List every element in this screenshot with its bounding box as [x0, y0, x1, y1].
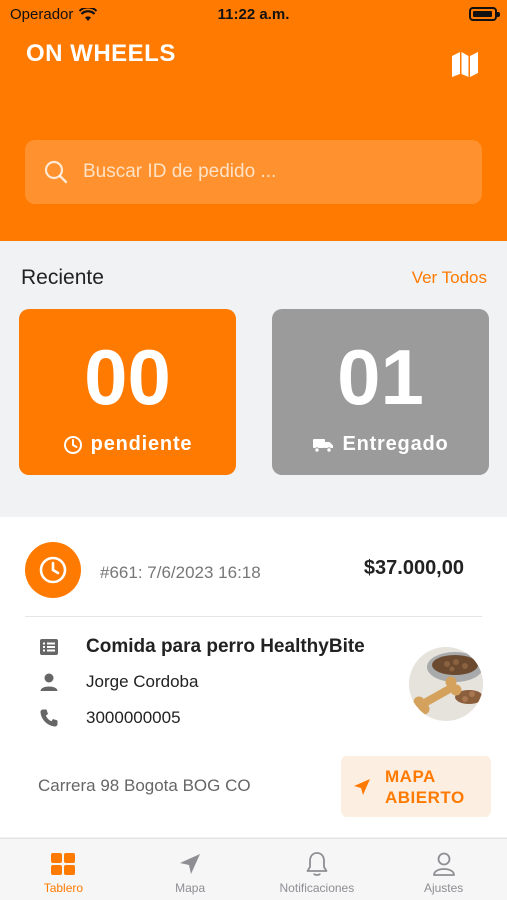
tab-label: Ajustes: [423, 881, 464, 895]
status-time: 11:22 a.m.: [217, 6, 290, 23]
tab-label: Tablero: [43, 881, 84, 895]
tab-map[interactable]: Mapa: [127, 839, 254, 900]
delivered-card[interactable]: 01 Entregado: [272, 309, 489, 475]
dog-food-image: [409, 647, 483, 721]
tab-label: Mapa: [175, 881, 206, 895]
navigation-arrow-icon: [354, 778, 370, 795]
customer-phone: 3000000005: [86, 708, 181, 727]
search-input[interactable]: [83, 161, 443, 183]
app-title: ON WHEELS: [26, 40, 176, 67]
delivered-count: 01: [337, 333, 424, 421]
phone-row[interactable]: 3000000005: [38, 708, 181, 728]
tab-notifications[interactable]: Notificaciones: [254, 839, 381, 900]
phone-icon: [40, 709, 58, 727]
open-map-label: MAPA ABIERTO: [385, 766, 465, 807]
product-image: [409, 647, 483, 721]
tab-label: Notificaciones: [279, 881, 355, 895]
map-button[interactable]: [450, 50, 480, 78]
search-bar[interactable]: [25, 140, 482, 204]
see-all-link[interactable]: Ver Todos: [412, 268, 487, 288]
order-price: $37.000,00: [363, 557, 464, 579]
truck-icon: [313, 438, 334, 453]
person-icon: [40, 673, 58, 691]
recent-title: Reciente: [21, 266, 104, 289]
delivered-label-row: Entregado: [272, 433, 489, 456]
customer-name: Jorge Cordoba: [86, 672, 199, 691]
delivery-address: Carrera 98 Bogota BOG CO: [38, 776, 251, 795]
order-id-date: #661: 7/6/2023 16:18: [100, 563, 261, 582]
list-icon: [40, 639, 58, 655]
navigation-arrow-icon: [180, 854, 201, 874]
bell-icon: [306, 852, 328, 876]
divider: [25, 616, 482, 617]
status-bar: Operador 11:22 a.m.: [0, 0, 507, 28]
pending-label-row: pendiente: [19, 433, 236, 456]
product-row: Comida para perro HealthyBite: [38, 636, 365, 658]
grid-icon: [51, 853, 76, 875]
customer-row: Jorge Cordoba: [38, 672, 198, 692]
battery-icon: [469, 7, 500, 21]
pending-label: pendiente: [90, 433, 193, 455]
clock-icon: [63, 435, 82, 454]
order-card[interactable]: #661: 7/6/2023 16:18 $37.000,00 Comida p…: [0, 517, 507, 837]
product-name: Comida para perro HealthyBite: [86, 636, 365, 657]
search-icon: [44, 160, 68, 184]
clock-icon: [39, 556, 67, 584]
pending-card[interactable]: 00 pendiente: [19, 309, 236, 475]
open-map-button[interactable]: MAPA ABIERTO: [341, 756, 491, 817]
tab-dashboard[interactable]: Tablero: [0, 839, 127, 900]
map-icon: [452, 52, 478, 77]
pending-count: 00: [84, 333, 171, 421]
tab-settings[interactable]: Ajustes: [380, 839, 507, 900]
tab-bar: Tablero Mapa Notificaciones Ajustes: [0, 838, 507, 900]
header: Operador 11:22 a.m. ON WHEELS: [0, 0, 507, 241]
order-status-badge: [25, 542, 81, 598]
delivered-label: Entregado: [342, 433, 449, 455]
user-icon: [432, 852, 455, 876]
